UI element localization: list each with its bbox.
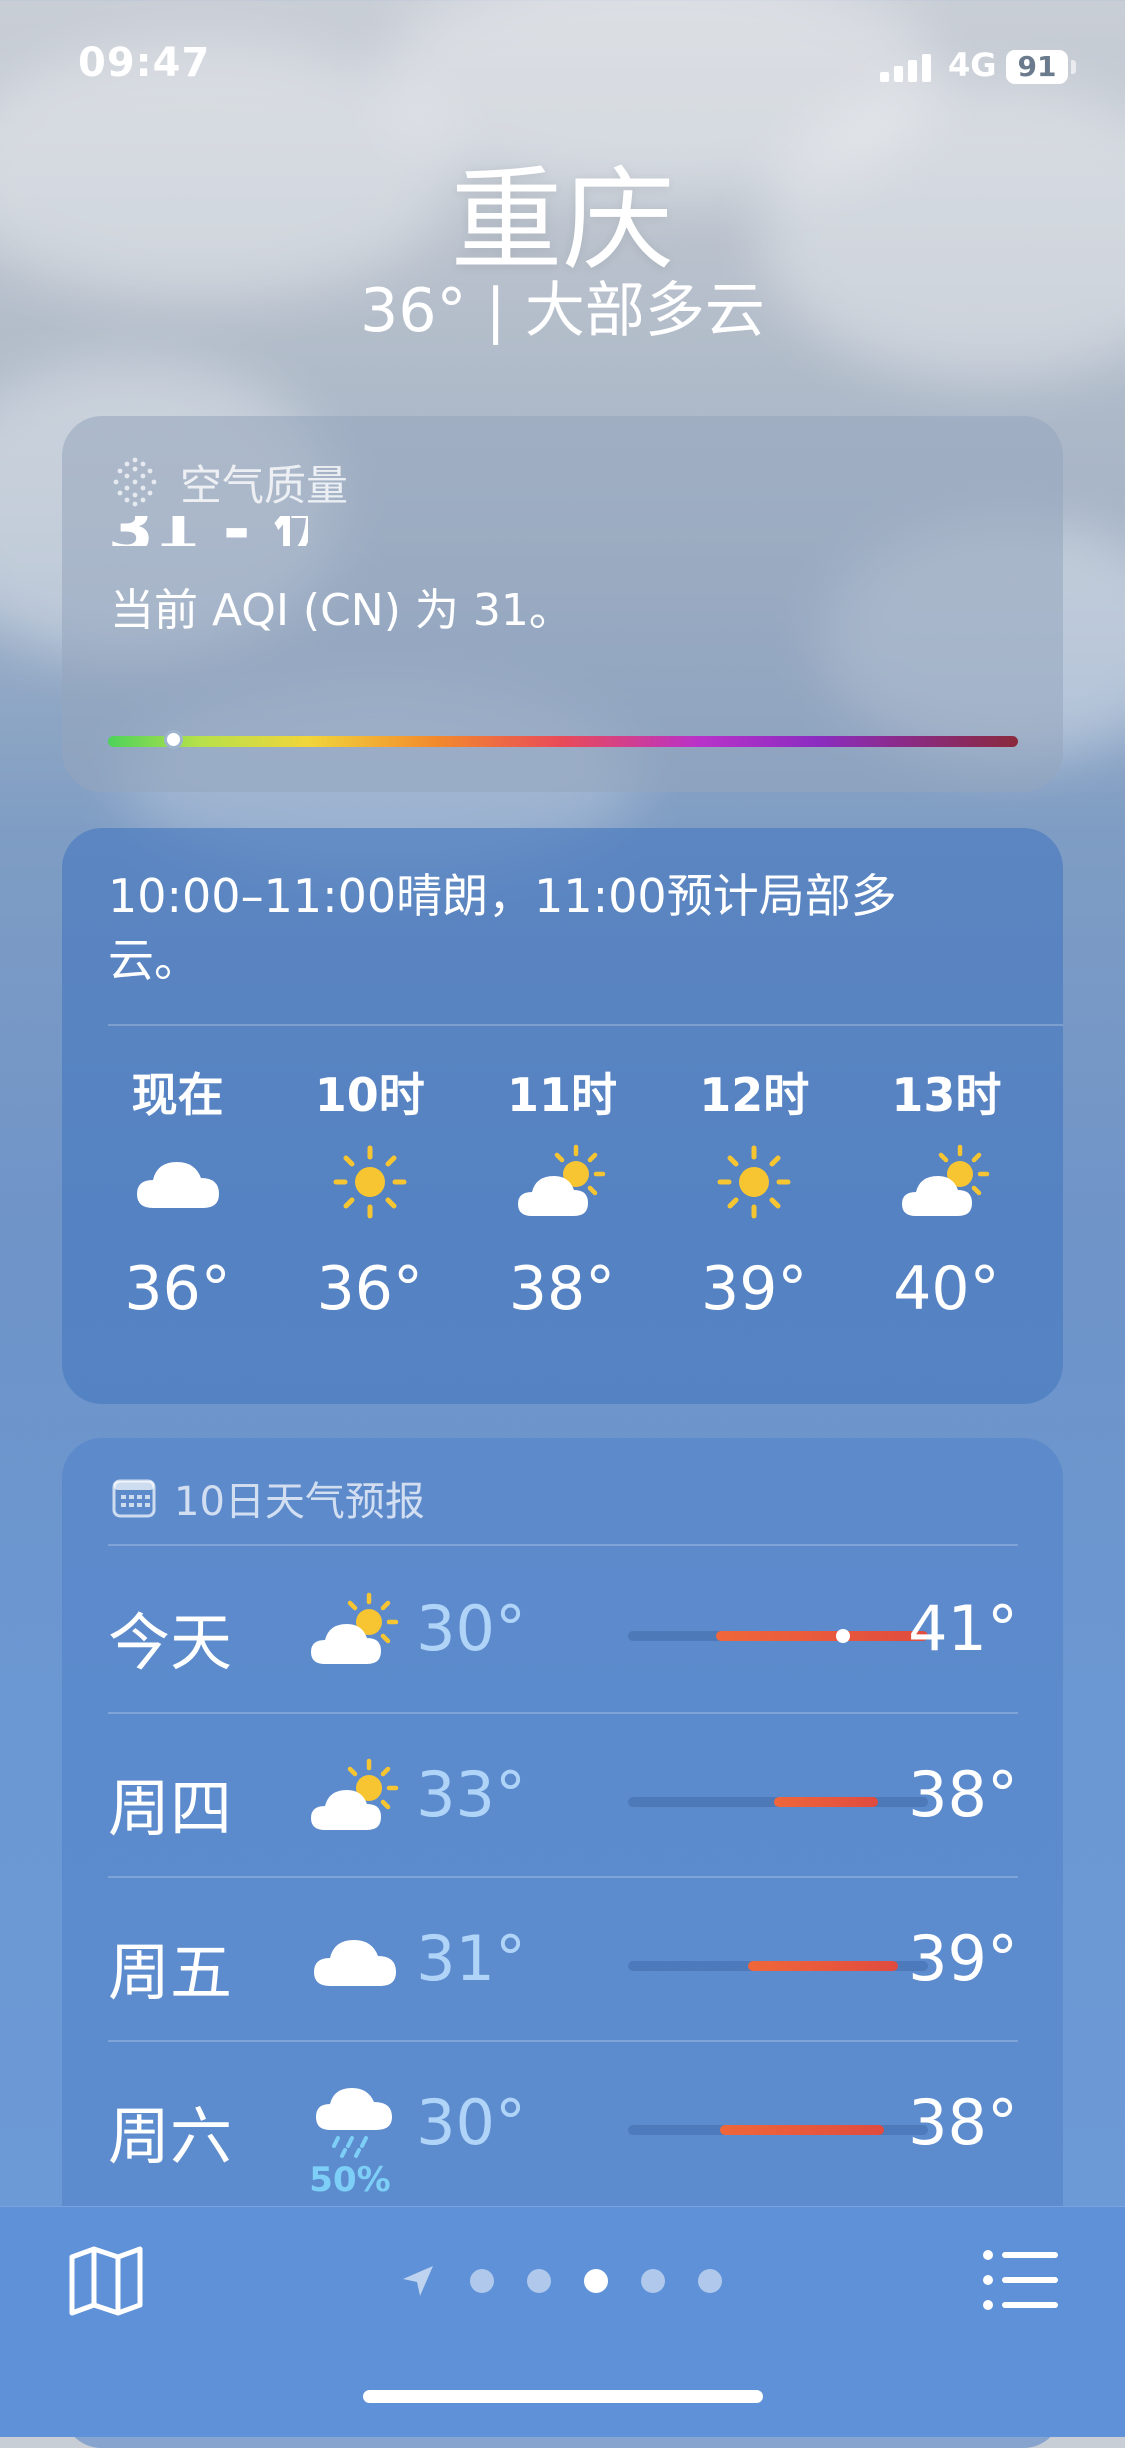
- network-type: 4G: [948, 46, 997, 84]
- page-dot[interactable]: [641, 2269, 665, 2293]
- list-icon[interactable]: [980, 2245, 1060, 2315]
- day-low: 30°: [416, 2086, 526, 2159]
- battery-tip: [1071, 60, 1076, 74]
- hourly-divider: [108, 1024, 1063, 1026]
- battery-icon: 91: [1006, 50, 1068, 84]
- page-dot[interactable]: [698, 2269, 722, 2293]
- page-dot[interactable]: [527, 2269, 551, 2293]
- map-icon[interactable]: [66, 2241, 146, 2321]
- day-high: 38°: [908, 1758, 1018, 1831]
- hour-item: 10时 36°: [274, 1060, 465, 1334]
- hour-temp: 38°: [508, 1254, 616, 1324]
- hourly-summary: 10:00–11:00晴朗，11:00预计局部多云。: [108, 869, 897, 987]
- partly-cloudy-icon: [466, 1130, 657, 1234]
- air-quality-header: 空气质量: [112, 452, 348, 512]
- hourly-forecast-card[interactable]: 10:00–11:00晴朗，11:00预计局部多云。 现在 36° 10时 36…: [62, 828, 1063, 1404]
- temp-range-fill: [774, 1797, 878, 1807]
- day-row-today[interactable]: 今天 30° 41°: [108, 1548, 1018, 1712]
- temp-range-fill: [748, 1961, 898, 1971]
- calendar-icon: [112, 1479, 156, 1518]
- status-bar: 09:47 4G 91: [0, 0, 1125, 140]
- hour-item: 13时 40°: [851, 1060, 1042, 1334]
- hour-item: 12时 39°: [659, 1060, 850, 1334]
- day-name: 周六: [108, 2100, 233, 2173]
- day-high: 38°: [908, 2086, 1018, 2159]
- temp-range-bar: [628, 1797, 928, 1807]
- daily-divider: [108, 1544, 1018, 1546]
- partly-cloudy-icon: [851, 1130, 1042, 1234]
- temp-range-bar: [628, 2125, 928, 2135]
- hour-label: 13时: [891, 1068, 1002, 1122]
- sun-icon: [274, 1130, 465, 1234]
- location-arrow-icon[interactable]: [400, 2263, 436, 2299]
- page-dot-active[interactable]: [584, 2269, 608, 2293]
- hour-temp: 36°: [124, 1254, 231, 1324]
- air-quality-title: 空气质量: [180, 460, 349, 510]
- status-time: 09:47: [78, 40, 211, 86]
- current-temp-dot: [836, 1629, 850, 1643]
- daily-header: 10日天气预报: [112, 1468, 425, 1528]
- day-low: 30°: [416, 1592, 526, 1665]
- signal-icon: [880, 52, 936, 82]
- day-low: 31°: [416, 1922, 526, 1995]
- hour-temp: 36°: [316, 1254, 423, 1324]
- hour-temp: 40°: [893, 1254, 1000, 1324]
- day-row-sat[interactable]: 周六 50% 30° 38°: [108, 2042, 1018, 2206]
- day-row-thu[interactable]: 周四 33° 38°: [108, 1714, 1018, 1878]
- day-low: 33°: [416, 1758, 526, 1831]
- aqi-value-clipped: 31 - 优: [108, 516, 308, 546]
- day-high: 41°: [908, 1592, 1018, 1665]
- aqi-description: 当前 AQI (CN) 为 31。: [110, 585, 573, 636]
- air-quality-card[interactable]: 空气质量 31 - 优 当前 AQI (CN) 为 31。: [62, 416, 1063, 792]
- home-indicator[interactable]: [363, 2390, 763, 2403]
- temp-range-fill: [716, 1631, 928, 1641]
- day-name: 周五: [108, 1936, 233, 2009]
- day-row-fri[interactable]: 周五 31° 39°: [108, 1878, 1018, 2042]
- day-high: 39°: [908, 1922, 1018, 1995]
- hour-label: 10时: [314, 1068, 425, 1122]
- temp-range-bar: [628, 1629, 928, 1643]
- sun-icon: [659, 1130, 850, 1234]
- hour-label: 现在: [131, 1068, 224, 1122]
- air-quality-icon: [113, 457, 157, 507]
- day-name: 今天: [108, 1606, 233, 1679]
- cloud-icon: [82, 1130, 273, 1234]
- hour-item: 现在 36°: [82, 1060, 273, 1334]
- hourly-list: 现在 36° 10时 36° 11时 38° 12时 39° 13时 40°: [82, 1060, 1043, 1334]
- page-dot[interactable]: [470, 2269, 494, 2293]
- daily-title: 10日天气预报: [174, 1479, 425, 1525]
- hour-item: 11时 38°: [466, 1060, 657, 1334]
- aqi-scale-bar: [108, 736, 1018, 747]
- current-summary: 36° | 大部多云: [360, 276, 765, 346]
- precip-chance: 50%: [309, 2160, 391, 2200]
- hour-temp: 39°: [701, 1254, 808, 1324]
- temp-range-bar: [628, 1961, 928, 1971]
- day-name: 周四: [108, 1772, 233, 1845]
- aqi-value: 31 - 优: [108, 516, 308, 546]
- hour-label: 12时: [699, 1068, 810, 1122]
- temp-range-fill: [720, 2125, 884, 2135]
- hour-label: 11时: [507, 1068, 618, 1122]
